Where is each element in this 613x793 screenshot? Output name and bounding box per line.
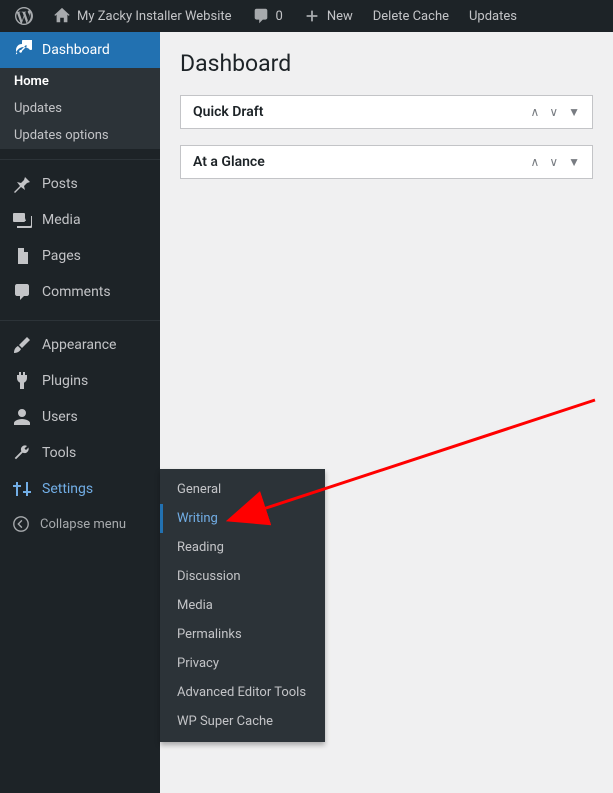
collapse-icon — [12, 515, 30, 533]
home-icon — [53, 7, 71, 25]
postbox-title: At a Glance — [193, 154, 265, 170]
menu-label: Settings — [42, 481, 93, 497]
postbox-controls: ∧ ∨ ▼ — [531, 155, 580, 169]
menu-label: Users — [42, 409, 78, 425]
plus-icon — [303, 7, 321, 25]
menu-separator — [0, 316, 160, 321]
media-icon — [12, 210, 32, 230]
dashboard-icon — [12, 40, 32, 60]
menu-label: Pages — [42, 248, 81, 264]
settings-flyout: General Writing Reading Discussion Media… — [160, 469, 325, 742]
settings-advanced-editor-tools[interactable]: Advanced Editor Tools — [160, 678, 325, 707]
wordpress-icon — [15, 7, 33, 25]
settings-discussion[interactable]: Discussion — [160, 562, 325, 591]
menu-label: Comments — [42, 284, 111, 300]
menu-label: Media — [42, 212, 81, 228]
menu-posts[interactable]: Posts — [0, 166, 160, 202]
menu-label: Dashboard — [42, 42, 110, 58]
user-icon — [12, 407, 32, 427]
sliders-icon — [12, 479, 32, 499]
settings-writing[interactable]: Writing — [160, 504, 325, 533]
submenu-updates[interactable]: Updates — [0, 95, 160, 122]
brush-icon — [12, 335, 32, 355]
menu-plugins[interactable]: Plugins — [0, 363, 160, 399]
collapse-menu[interactable]: Collapse menu — [0, 507, 160, 541]
move-down-icon[interactable]: ∨ — [549, 105, 558, 119]
delete-cache-link[interactable]: Delete Cache — [366, 0, 456, 32]
page-title: Dashboard — [180, 50, 593, 77]
comment-icon — [252, 7, 270, 25]
admin-sidebar: Dashboard Home Updates Updates options P… — [0, 32, 160, 793]
collapse-label: Collapse menu — [40, 517, 126, 532]
menu-label: Tools — [42, 445, 76, 461]
wrench-icon — [12, 443, 32, 463]
dashboard-submenu: Home Updates Updates options — [0, 68, 160, 149]
toggle-icon[interactable]: ▼ — [568, 105, 580, 119]
new-content[interactable]: New — [296, 0, 360, 32]
settings-general[interactable]: General — [160, 475, 325, 504]
menu-comments[interactable]: Comments — [0, 274, 160, 310]
settings-wp-super-cache[interactable]: WP Super Cache — [160, 707, 325, 736]
postbox-quick-draft: Quick Draft ∧ ∨ ▼ — [180, 95, 593, 129]
menu-separator — [0, 155, 160, 160]
settings-permalinks[interactable]: Permalinks — [160, 620, 325, 649]
settings-reading[interactable]: Reading — [160, 533, 325, 562]
page-icon — [12, 246, 32, 266]
menu-label: Appearance — [42, 337, 116, 353]
site-name: My Zacky Installer Website — [77, 9, 232, 24]
menu-pages[interactable]: Pages — [0, 238, 160, 274]
plug-icon — [12, 371, 32, 391]
postbox-at-a-glance: At a Glance ∧ ∨ ▼ — [180, 145, 593, 179]
menu-label: Posts — [42, 176, 78, 192]
pin-icon — [12, 174, 32, 194]
updates-link[interactable]: Updates — [462, 0, 524, 32]
comments-link[interactable]: 0 — [245, 0, 290, 32]
menu-appearance[interactable]: Appearance — [0, 327, 160, 363]
settings-privacy[interactable]: Privacy — [160, 649, 325, 678]
comments-icon — [12, 282, 32, 302]
move-up-icon[interactable]: ∧ — [531, 105, 540, 119]
site-link[interactable]: My Zacky Installer Website — [46, 0, 239, 32]
menu-users[interactable]: Users — [0, 399, 160, 435]
new-label: New — [327, 9, 353, 24]
menu-dashboard[interactable]: Dashboard — [0, 32, 160, 68]
wp-logo[interactable] — [8, 0, 40, 32]
menu-label: Plugins — [42, 373, 88, 389]
menu-settings[interactable]: Settings — [0, 471, 160, 507]
submenu-home[interactable]: Home — [0, 68, 160, 95]
postbox-controls: ∧ ∨ ▼ — [531, 105, 580, 119]
move-down-icon[interactable]: ∨ — [549, 155, 558, 169]
menu-media[interactable]: Media — [0, 202, 160, 238]
admin-toolbar: My Zacky Installer Website 0 New Delete … — [0, 0, 613, 32]
settings-media[interactable]: Media — [160, 591, 325, 620]
move-up-icon[interactable]: ∧ — [531, 155, 540, 169]
submenu-updates-options[interactable]: Updates options — [0, 122, 160, 149]
toggle-icon[interactable]: ▼ — [568, 155, 580, 169]
menu-tools[interactable]: Tools — [0, 435, 160, 471]
comments-count: 0 — [276, 9, 283, 24]
postbox-title: Quick Draft — [193, 104, 263, 120]
